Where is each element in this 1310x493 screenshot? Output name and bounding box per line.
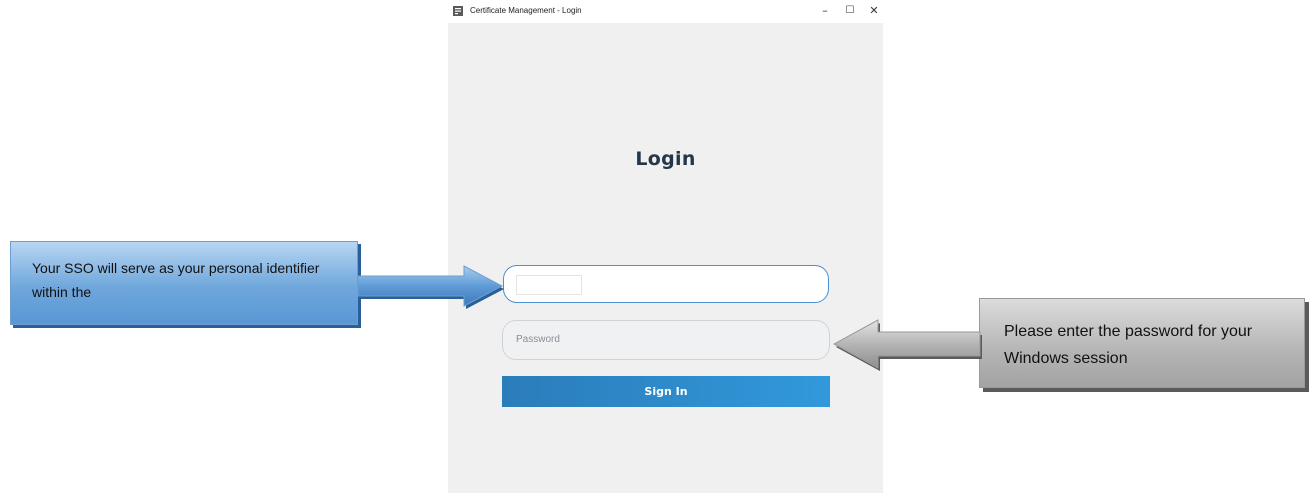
- sso-callout-text: Your SSO will serve as your personal ide…: [32, 260, 320, 300]
- sso-input-box[interactable]: [516, 275, 582, 295]
- sign-in-button[interactable]: Sign In: [502, 376, 830, 407]
- login-window: Login Password Sign In: [448, 23, 883, 493]
- window-title: Certificate Management - Login: [470, 6, 582, 15]
- window-titlebar[interactable]: Certificate Management - Login – ☐ ✕: [448, 0, 883, 23]
- certificate-app-icon: [453, 6, 463, 16]
- password-input[interactable]: Password: [502, 320, 830, 360]
- sso-callout: Your SSO will serve as your personal ide…: [10, 241, 358, 325]
- password-callout-text: Please enter the password for your Windo…: [1004, 323, 1253, 367]
- password-callout: Please enter the password for your Windo…: [979, 298, 1305, 388]
- password-placeholder: Password: [516, 334, 560, 345]
- arrow-right-icon: [357, 265, 504, 309]
- minimize-button[interactable]: –: [811, 2, 839, 20]
- login-heading: Login: [635, 148, 696, 170]
- close-button[interactable]: ✕: [860, 2, 888, 20]
- sso-input[interactable]: [503, 265, 829, 303]
- arrow-left-icon: [832, 319, 982, 371]
